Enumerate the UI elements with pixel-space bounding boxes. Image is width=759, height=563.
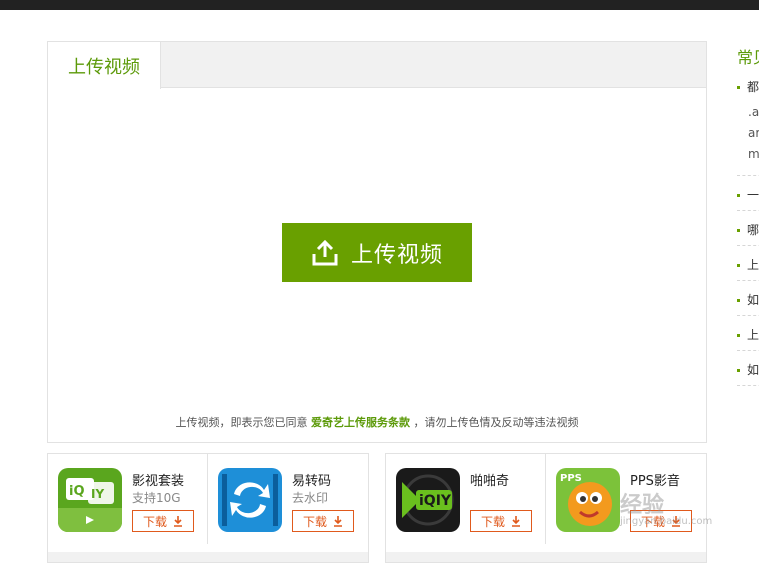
pps-icon[interactable]: PPS bbox=[556, 468, 620, 532]
download-button[interactable]: 下载 bbox=[470, 510, 532, 532]
upload-button-label: 上传视频 bbox=[350, 242, 443, 268]
app-card-iqiyi-suite: iQ IY 影视套装 支持10G 下载 bbox=[48, 454, 208, 544]
faq-item[interactable]: 哪 bbox=[737, 221, 759, 238]
iqiyi-tv-icon[interactable]: iQ IY bbox=[58, 468, 122, 532]
top-bar bbox=[0, 0, 759, 10]
divider bbox=[737, 280, 759, 281]
faq-sub-line: m bbox=[748, 147, 759, 161]
tab-bar: 上传视频 bbox=[48, 42, 706, 89]
divider bbox=[737, 245, 759, 246]
terms-suffix: ，请勿上传色情及反动等违法视频 bbox=[413, 416, 579, 429]
download-icon bbox=[334, 515, 342, 527]
papaqi-icon[interactable]: iQIY bbox=[396, 468, 460, 532]
faq-item[interactable]: 上 bbox=[737, 326, 759, 343]
app-name: 影视套装 bbox=[132, 474, 185, 489]
divider bbox=[737, 385, 759, 386]
upload-icon bbox=[312, 239, 338, 265]
transcode-icon[interactable] bbox=[218, 468, 282, 532]
divider bbox=[737, 175, 759, 176]
app-card-transcode: 易转码 去水印 下载 bbox=[207, 454, 367, 544]
faq-title: 常见 bbox=[737, 48, 759, 67]
bullet-icon bbox=[737, 264, 740, 267]
svg-text:IY: IY bbox=[91, 487, 104, 501]
bullet-icon bbox=[737, 229, 740, 232]
terms-notice: 上传视频，即表示您已同意 爱奇艺上传服务条款 ，请勿上传色情及反动等违法视频 bbox=[48, 414, 706, 430]
terms-link[interactable]: 爱奇艺上传服务条款 bbox=[311, 416, 410, 429]
app-desc: 支持10G bbox=[132, 491, 181, 505]
app-desc: 去水印 bbox=[292, 491, 329, 505]
svg-text:PPS: PPS bbox=[560, 473, 582, 484]
divider bbox=[737, 350, 759, 351]
divider bbox=[737, 315, 759, 316]
app-name: 啪啪奇 bbox=[470, 474, 510, 489]
upload-panel: 上传视频 上传视频 上传视频，即表示您已同意 爱奇艺上传服务条款 ，请勿上传色情… bbox=[47, 41, 707, 443]
download-icon bbox=[512, 515, 520, 527]
bullet-icon bbox=[737, 86, 740, 89]
bullet-icon bbox=[737, 299, 740, 302]
faq-sub-line: ar bbox=[748, 126, 759, 140]
app-name: 易转码 bbox=[292, 474, 332, 489]
watermark-sub: jingyan.baidu.com bbox=[620, 516, 713, 527]
download-button[interactable]: 下载 bbox=[292, 510, 354, 532]
app-card-papaqi: iQIY 啪啪奇 下载 bbox=[386, 454, 546, 544]
terms-prefix: 上传视频，即表示您已同意 bbox=[175, 416, 308, 429]
faq-item[interactable]: 上 bbox=[737, 256, 759, 273]
faq-item[interactable]: 都 bbox=[737, 78, 759, 95]
bullet-icon bbox=[737, 334, 740, 337]
divider bbox=[737, 210, 759, 211]
faq-item[interactable]: 一 bbox=[737, 186, 759, 203]
download-icon bbox=[174, 515, 182, 527]
faq-sub-line: .a bbox=[748, 105, 759, 119]
svg-text:iQIY: iQIY bbox=[419, 493, 452, 509]
tab-upload-video[interactable]: 上传视频 bbox=[48, 42, 161, 89]
bullet-icon bbox=[737, 194, 740, 197]
faq-item[interactable]: 如 bbox=[737, 291, 759, 308]
faq-item[interactable]: 如 bbox=[737, 361, 759, 378]
watermark: 经验 bbox=[620, 493, 665, 518]
bullet-icon bbox=[737, 369, 740, 372]
download-button[interactable]: 下载 bbox=[132, 510, 194, 532]
svg-text:iQ: iQ bbox=[69, 484, 85, 499]
app-card-group: iQ IY 影视套装 支持10G 下载 易转码 去水印 下载 bbox=[47, 453, 369, 563]
upload-video-button[interactable]: 上传视频 bbox=[282, 223, 472, 282]
